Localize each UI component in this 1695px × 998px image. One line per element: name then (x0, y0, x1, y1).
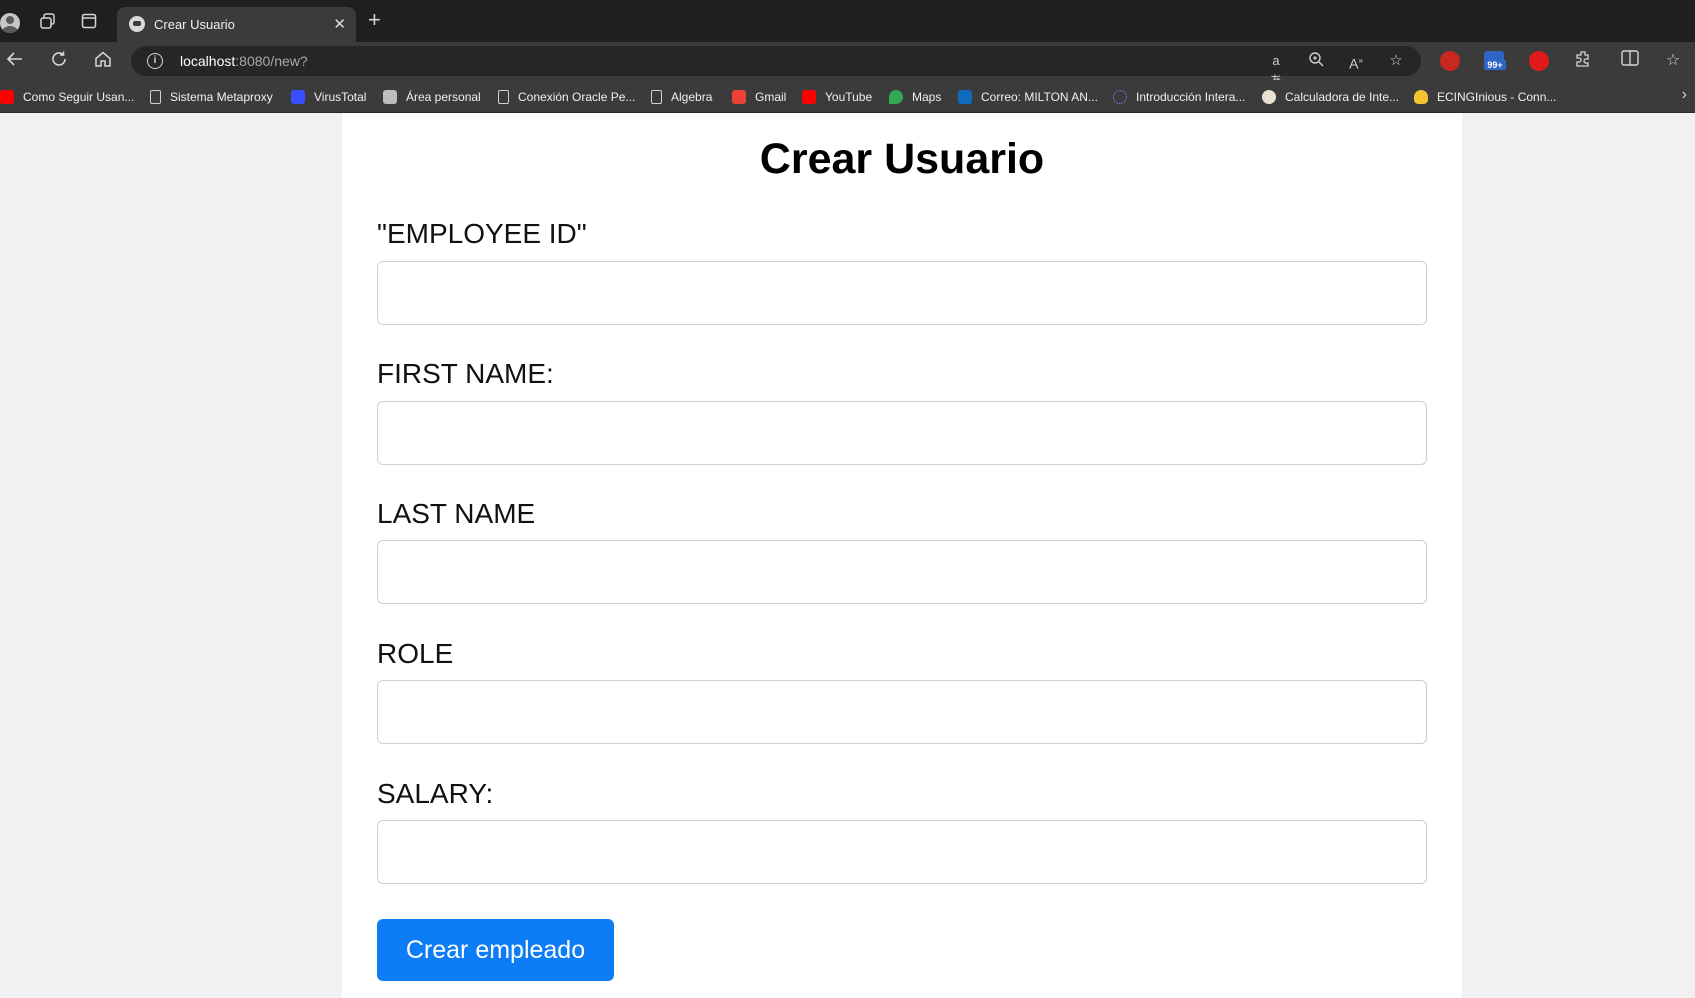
bookmark-label: Área personal (406, 90, 481, 104)
tab-close-icon[interactable]: ✕ (333, 15, 346, 33)
favorites-icon[interactable]: ☆ (1662, 50, 1684, 72)
bookmark-label: Calculadora de Inte... (1285, 90, 1400, 104)
extension-calendar-icon[interactable]: 99+ (1484, 51, 1506, 70)
moodle-icon (383, 90, 397, 104)
page-title: Crear Usuario (759, 135, 1045, 183)
browser-tab-bar: Crear Usuario ✕ + (0, 0, 1695, 42)
bookmark-item[interactable]: ECINGInious - Conn... (1414, 88, 1556, 106)
bookmark-label: Conexión Oracle Pe... (518, 90, 636, 104)
site-info-icon[interactable]: i (147, 53, 163, 69)
youtube-icon (0, 90, 14, 104)
bookmark-item[interactable]: Maps (889, 88, 941, 106)
home-icon[interactable] (92, 50, 114, 72)
page-viewport: Crear Usuario "EMPLOYEE ID" FIRST NAME: … (0, 113, 1695, 998)
page-icon (498, 90, 509, 104)
bookmark-item[interactable]: Como Seguir Usan... (0, 88, 134, 106)
bookmark-item[interactable]: Gmail (732, 88, 786, 106)
bookmark-label: Como Seguir Usan... (23, 90, 135, 104)
url-host: localhost (180, 53, 236, 69)
virustotal-icon (291, 90, 305, 104)
youtube-icon (802, 90, 816, 104)
first-name-label: FIRST NAME: (377, 358, 554, 389)
favorite-star-icon[interactable]: ☆ (1386, 51, 1406, 71)
tab-actions-icon[interactable] (79, 11, 99, 31)
bookmark-item[interactable]: VirusTotal (291, 88, 366, 106)
bookmark-item[interactable]: Correo: MILTON AN... (958, 88, 1098, 106)
bookmark-label: Maps (912, 90, 942, 104)
page-icon (651, 90, 662, 104)
new-tab-button[interactable]: + (368, 9, 381, 31)
bookmarks-bar: Como Seguir Usan... Sistema Metaproxy Vi… (0, 80, 1695, 113)
workspaces-icon[interactable] (38, 11, 58, 31)
bookmark-item[interactable]: Algebra (651, 88, 712, 106)
salary-input[interactable] (377, 820, 1427, 884)
last-name-input[interactable] (377, 540, 1427, 604)
bookmark-label: Correo: MILTON AN... (981, 90, 1098, 104)
page-favicon-icon (129, 16, 145, 32)
bookmark-label: Introducción Intera... (1136, 90, 1246, 104)
bookmark-label: ECINGInious - Conn... (1437, 90, 1557, 104)
employee-id-label: "EMPLOYEE ID" (377, 218, 587, 249)
bookmark-item[interactable]: Área personal (383, 88, 481, 106)
tab-title: Crear Usuario (154, 17, 235, 32)
employee-id-input[interactable] (377, 261, 1427, 325)
gmail-icon (732, 90, 746, 104)
extensions-icon[interactable] (1572, 50, 1594, 72)
bookmark-item[interactable]: Introducción Intera... (1113, 88, 1245, 106)
url-text[interactable]: localhost:8080/new? (180, 53, 308, 69)
bookmark-label: VirusTotal (314, 90, 367, 104)
salary-label: SALARY: (377, 778, 494, 809)
zoom-icon[interactable] (1306, 51, 1326, 71)
extension-badge: 99+ (1484, 60, 1506, 70)
form-card: Crear Usuario "EMPLOYEE ID" FIRST NAME: … (342, 113, 1462, 998)
loading-icon (1113, 90, 1127, 104)
bookmark-label: YouTube (825, 90, 873, 104)
bookmark-item[interactable]: Calculadora de Inte... (1262, 88, 1399, 106)
bookmark-item[interactable]: YouTube (802, 88, 872, 106)
bookmark-item[interactable]: Sistema Metaproxy (150, 88, 273, 106)
calculator-icon (1262, 90, 1276, 104)
reload-icon[interactable] (48, 50, 70, 72)
bulb-icon (1414, 90, 1428, 104)
translate-icon[interactable]: aあ (1266, 51, 1286, 88)
adblock-icon[interactable] (1529, 51, 1549, 71)
bookmark-label: Gmail (755, 90, 787, 104)
bookmark-label: Sistema Metaproxy (170, 90, 273, 104)
read-aloud-icon[interactable]: A» (1346, 51, 1366, 72)
role-label: ROLE (377, 638, 454, 669)
address-bar[interactable]: i localhost:8080/new? aあ A» ☆ (131, 46, 1421, 88)
url-path: :8080/new? (235, 53, 308, 69)
page-icon (150, 90, 161, 104)
chevron-right-icon[interactable]: › (1682, 86, 1687, 104)
split-screen-icon[interactable] (1619, 50, 1641, 72)
first-name-input[interactable] (377, 401, 1427, 465)
profile-avatar[interactable] (0, 13, 20, 33)
bookmark-label: Algebra (671, 90, 713, 104)
browser-toolbar: i localhost:8080/new? aあ A» ☆ 99+ ☆ (0, 42, 1695, 88)
bookmark-item[interactable]: Conexión Oracle Pe... (498, 88, 635, 106)
last-name-label: LAST NAME (377, 498, 536, 529)
back-icon[interactable] (4, 50, 26, 72)
tab-crear-usuario[interactable]: Crear Usuario ✕ (117, 7, 356, 42)
outlook-icon (958, 90, 972, 104)
role-input[interactable] (377, 680, 1427, 744)
crear-empleado-button[interactable]: Crear empleado (377, 919, 614, 981)
maps-icon (889, 90, 903, 104)
extension-red-icon[interactable] (1440, 51, 1460, 71)
